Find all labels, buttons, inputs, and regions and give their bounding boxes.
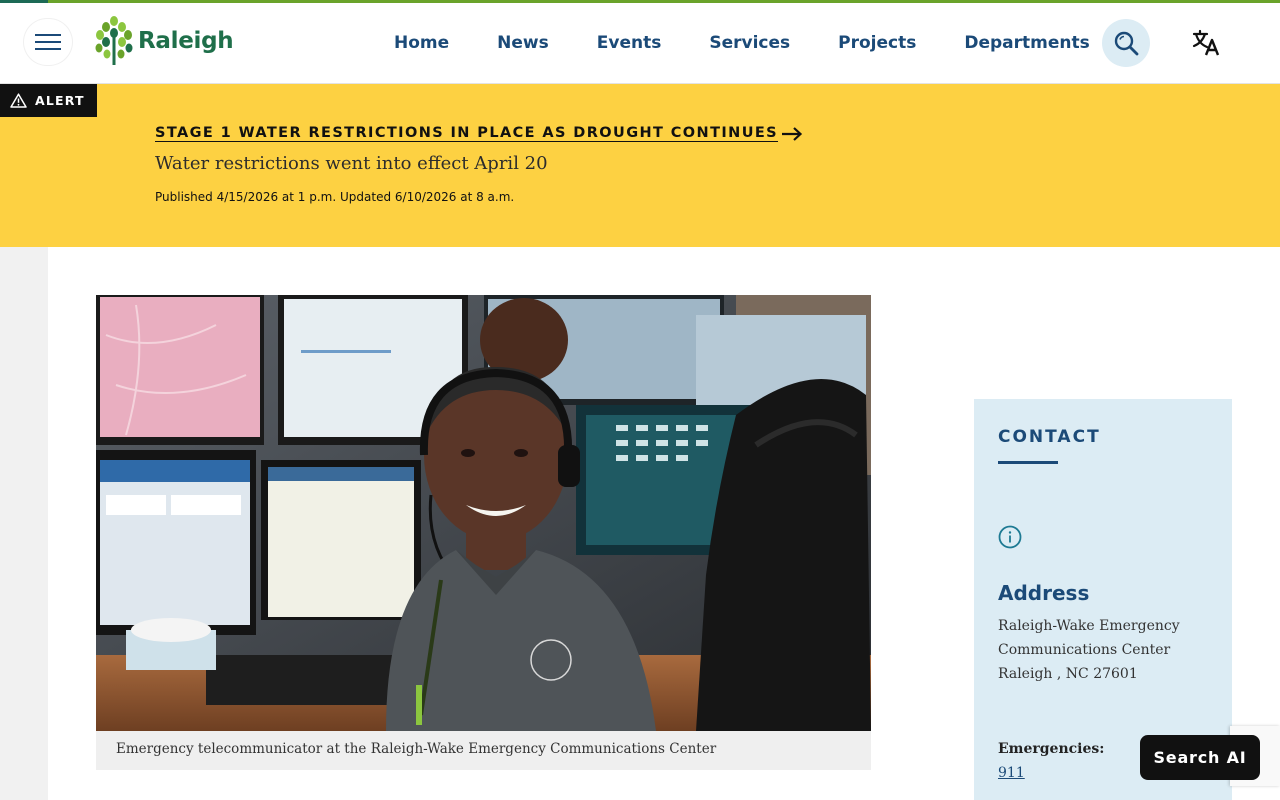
raleigh-logo[interactable]: Raleigh	[94, 15, 234, 67]
alert-banner: ALERT STAGE 1 WATER RESTRICTIONS IN PLAC…	[0, 84, 1280, 247]
alert-title-link[interactable]: STAGE 1 WATER RESTRICTIONS IN PLACE AS D…	[155, 125, 778, 141]
dispatcher-photo	[96, 295, 871, 731]
menu-button[interactable]	[24, 19, 72, 65]
emergencies-phone-link[interactable]: 911	[998, 765, 1025, 781]
nav-departments[interactable]: Departments	[964, 33, 1089, 53]
alert-tag-label: ALERT	[35, 93, 85, 108]
nav-services[interactable]: Services	[709, 33, 790, 53]
address-text: Raleigh-Wake Emergency Communications Ce…	[998, 614, 1218, 686]
arrow-right-icon[interactable]	[780, 125, 804, 143]
contact-heading: CONTACT	[998, 427, 1101, 447]
search-icon	[1114, 31, 1139, 56]
emergencies-label: Emergencies:	[998, 741, 1105, 757]
alert-subtitle: Water restrictions went into effect Apri…	[155, 153, 548, 174]
nav-home[interactable]: Home	[394, 33, 449, 53]
alert-timestamp: Published 4/15/2026 at 1 p.m. Updated 6/…	[155, 190, 515, 204]
translate-button[interactable]	[1192, 29, 1226, 59]
search-button[interactable]	[1102, 19, 1150, 67]
alert-tag: ALERT	[0, 84, 97, 117]
oak-tree-logo-icon	[95, 16, 133, 65]
address-line: Raleigh-Wake Emergency	[998, 618, 1180, 634]
site-header: Raleigh Home News Events Services Projec…	[0, 3, 1280, 84]
dispatch-center-image	[96, 295, 871, 731]
nav-news[interactable]: News	[497, 33, 549, 53]
search-ai-button[interactable]: Search AI	[1140, 735, 1260, 780]
contact-heading-rule	[998, 461, 1058, 464]
address-line: Communications Center	[998, 642, 1171, 658]
hamburger-icon	[35, 34, 61, 50]
address-line: Raleigh , NC 27601	[998, 666, 1138, 682]
nav-projects[interactable]: Projects	[838, 33, 916, 53]
translate-icon	[1192, 29, 1220, 56]
main-nav: Home News Events Services Projects Depar…	[370, 27, 1114, 59]
nav-events[interactable]: Events	[597, 33, 662, 53]
warning-icon	[10, 93, 27, 108]
logo-wordmark: Raleigh	[138, 28, 234, 54]
photo-caption: Emergency telecommunicator at the Raleig…	[96, 731, 871, 770]
address-heading: Address	[998, 581, 1090, 605]
info-icon	[998, 525, 1022, 549]
